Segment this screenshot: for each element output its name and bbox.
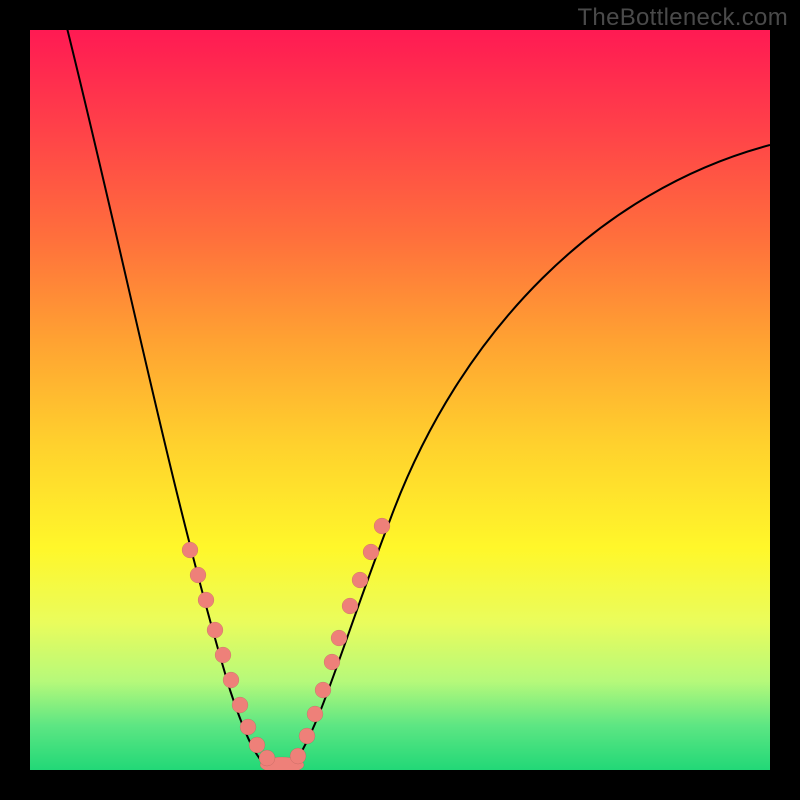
watermark-text: TheBottleneck.com — [577, 4, 788, 32]
dot-right — [374, 518, 390, 534]
curves-svg — [30, 30, 770, 770]
dot-right — [363, 544, 379, 560]
right-curve — [290, 145, 770, 770]
dot-right — [331, 630, 347, 646]
left-curve — [65, 30, 274, 770]
dot-right — [352, 572, 368, 588]
dot-left — [182, 542, 198, 558]
dot-right — [315, 682, 331, 698]
dot-left — [215, 647, 231, 663]
dot-left — [223, 672, 239, 688]
dot-right — [290, 748, 306, 764]
dot-right — [299, 728, 315, 744]
dot-left — [249, 737, 265, 753]
dot-left — [190, 567, 206, 583]
dot-right — [307, 706, 323, 722]
dot-left — [240, 719, 256, 735]
dot-left — [259, 750, 275, 766]
plot-area — [30, 30, 770, 770]
dot-left — [207, 622, 223, 638]
dot-left — [232, 697, 248, 713]
dot-right — [324, 654, 340, 670]
dot-right — [342, 598, 358, 614]
chart-frame: TheBottleneck.com — [0, 0, 800, 800]
dot-left — [198, 592, 214, 608]
